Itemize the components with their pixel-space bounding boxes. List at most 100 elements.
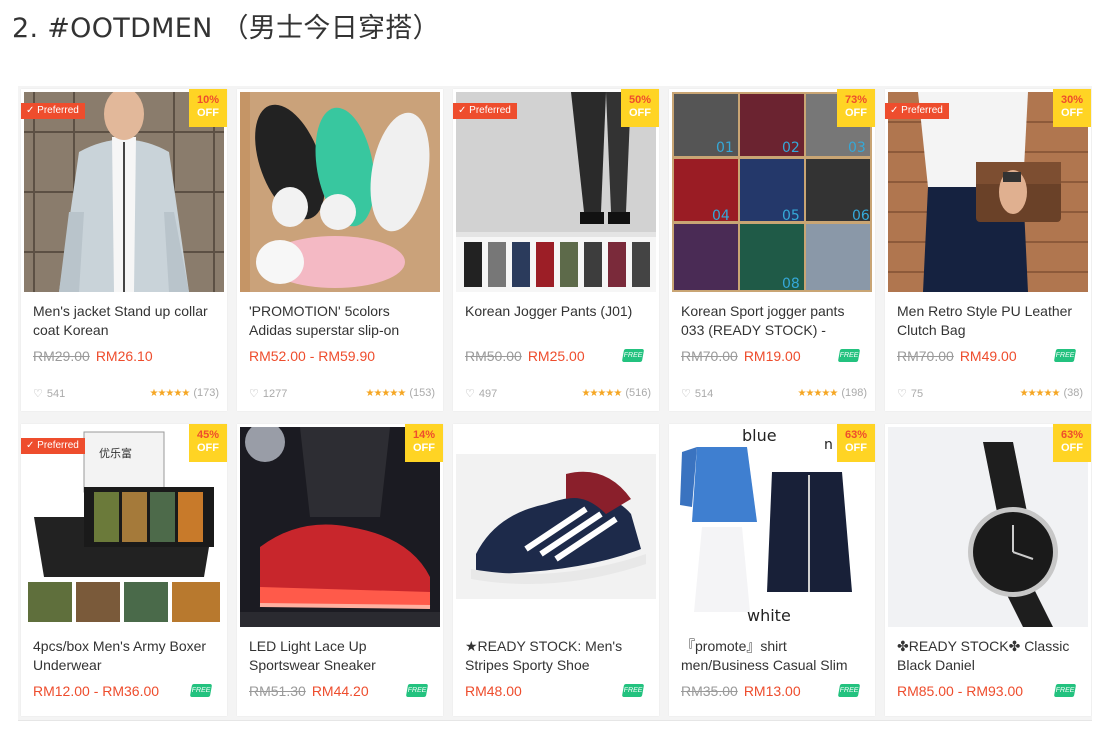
sale-price: RM48.00 xyxy=(465,683,522,699)
review-count: (173) xyxy=(193,387,219,399)
price-row: RM35.00 RM13.00 FREE xyxy=(681,682,867,700)
sale-price: RM52.00 - RM59.90 xyxy=(249,348,376,364)
preferred-badge: ✓ Preferred xyxy=(21,103,85,119)
price-row: RM50.00 RM25.00 FREE xyxy=(465,347,651,365)
review-count: (153) xyxy=(409,387,435,399)
product-card[interactable]: ✓ Preferred 30% OFF Men Retro Style PU Le… xyxy=(885,89,1091,411)
product-title[interactable]: Korean Jogger Pants (J01) xyxy=(465,302,651,340)
meta-row: ♡ 1277 ★★★★★ (153) xyxy=(249,387,435,400)
price-row: RM85.00 - RM93.00 FREE xyxy=(897,682,1083,700)
original-price: RM70.00 xyxy=(681,348,738,364)
free-shipping-icon: FREE xyxy=(621,349,645,362)
rating-stars: ★★★★★ xyxy=(581,388,622,399)
product-card[interactable]: ★READY STOCK: Men's Stripes Sporty Shoe … xyxy=(453,424,659,716)
heart-icon[interactable]: ♡ xyxy=(33,388,43,400)
image-label: n xyxy=(824,437,833,453)
like-count: 1277 xyxy=(262,388,288,400)
grid-number: 03 xyxy=(848,140,866,156)
free-shipping-icon: FREE xyxy=(189,684,213,697)
original-price: RM70.00 xyxy=(897,348,954,364)
price-row: RM70.00 RM19.00 FREE xyxy=(681,347,867,365)
heart-icon[interactable]: ♡ xyxy=(897,388,907,400)
original-price: RM35.00 xyxy=(681,683,738,699)
discount-badge: 45% OFF xyxy=(189,424,227,462)
free-shipping-icon: FREE xyxy=(1053,349,1077,362)
product-card[interactable]: ✓ Preferred 10% OFF Men's jacket Stand up… xyxy=(21,89,227,411)
price-row: RM51.30 RM44.20 FREE xyxy=(249,682,435,700)
image-label: blue xyxy=(742,427,777,445)
product-card[interactable]: 'PROMOTION' 5colors Adidas superstar sli… xyxy=(237,89,443,411)
sale-price: RM44.20 xyxy=(311,683,369,699)
product-card[interactable]: blue n white 63% OFF 『promote』shirt men/B… xyxy=(669,424,875,716)
heart-icon[interactable]: ♡ xyxy=(681,388,691,400)
free-shipping-icon: FREE xyxy=(1053,684,1077,697)
original-price: RM29.00 xyxy=(33,348,90,364)
rating-stars: ★★★★★ xyxy=(365,388,406,399)
grid-number: 06 xyxy=(852,208,870,224)
product-title[interactable]: Men's jacket Stand up collar coat Korean xyxy=(33,302,219,340)
product-image xyxy=(240,92,440,292)
discount-badge: 30% OFF xyxy=(1053,89,1091,127)
product-title[interactable]: Korean Sport jogger pants 033 (READY STO… xyxy=(681,302,867,340)
free-shipping-icon: FREE xyxy=(837,684,861,697)
product-title[interactable]: ★READY STOCK: Men's Stripes Sporty Shoe xyxy=(465,637,651,675)
discount-badge: 14% OFF xyxy=(405,424,443,462)
product-card[interactable]: 01 02 03 04 05 06 08 73% OFF Korean Sport… xyxy=(669,89,875,411)
rating-stars: ★★★★★ xyxy=(797,388,838,399)
price-row: RM29.00 RM26.10 xyxy=(33,347,219,365)
preferred-badge: ✓ Preferred xyxy=(21,438,85,454)
like-count: 75 xyxy=(910,388,924,400)
sale-price: RM85.00 - RM93.00 xyxy=(897,683,1024,699)
product-title[interactable]: 4pcs/box Men's Army Boxer Underwear xyxy=(33,637,219,675)
preferred-badge: ✓ Preferred xyxy=(453,103,517,119)
discount-badge: 63% OFF xyxy=(1053,424,1091,462)
box-brand-text: 优乐富 xyxy=(99,446,132,460)
product-title[interactable]: LED Light Lace Up Sportswear Sneaker xyxy=(249,637,435,675)
heart-icon[interactable]: ♡ xyxy=(249,388,259,400)
product-grid: ✓ Preferred 10% OFF Men's jacket Stand up… xyxy=(18,86,1092,721)
product-title[interactable]: 'PROMOTION' 5colors Adidas superstar sli… xyxy=(249,302,435,340)
rating-stars: ★★★★★ xyxy=(1019,388,1061,399)
product-card[interactable]: 63% OFF ✤READY STOCK✤ Classic Black Danie… xyxy=(885,424,1091,716)
sale-price: RM49.00 xyxy=(959,348,1017,364)
original-price: RM51.30 xyxy=(249,683,306,699)
product-card[interactable]: 14% OFF LED Light Lace Up Sportswear Snea… xyxy=(237,424,443,716)
price-row: RM12.00 - RM36.00 FREE xyxy=(33,682,219,700)
discount-badge: 63% OFF xyxy=(837,424,875,462)
discount-badge: 73% OFF xyxy=(837,89,875,127)
product-title[interactable]: Men Retro Style PU Leather Clutch Bag xyxy=(897,302,1083,340)
price-row: RM48.00 FREE xyxy=(465,682,651,700)
grid-number: 02 xyxy=(782,140,800,156)
meta-row: ♡ 541 ★★★★★ (173) xyxy=(33,387,219,400)
product-image xyxy=(456,454,656,599)
discount-badge: 10% OFF xyxy=(189,89,227,127)
price-row: RM52.00 - RM59.90 xyxy=(249,347,435,365)
free-shipping-icon: FREE xyxy=(405,684,429,697)
preferred-badge: ✓ Preferred xyxy=(885,103,949,119)
like-count: 541 xyxy=(46,388,66,400)
sale-price: RM25.00 xyxy=(527,348,585,364)
sale-price: RM19.00 xyxy=(743,348,801,364)
heart-icon[interactable]: ♡ xyxy=(465,388,475,400)
meta-row: ♡ 514 ★★★★★ (198) xyxy=(681,387,867,400)
like-count: 497 xyxy=(478,388,498,400)
discount-badge: 50% OFF xyxy=(621,89,659,127)
product-card[interactable]: ✓ Preferred 50% OFF Korean Jogger Pants (… xyxy=(453,89,659,411)
grid-number: 05 xyxy=(782,208,800,224)
sale-price: RM26.10 xyxy=(95,348,153,364)
rating-stars: ★★★★★ xyxy=(149,388,190,399)
free-shipping-icon: FREE xyxy=(621,684,645,697)
like-count: 514 xyxy=(694,388,714,400)
sale-price: RM12.00 - RM36.00 xyxy=(33,683,160,699)
grid-number: 04 xyxy=(712,208,730,224)
image-label: white xyxy=(747,606,791,625)
meta-row: ♡ 75 ★★★★★ (38) xyxy=(897,387,1083,400)
price-row: RM70.00 RM49.00 FREE xyxy=(897,347,1083,365)
sale-price: RM13.00 xyxy=(743,683,801,699)
product-card[interactable]: 优乐富 ✓ Preferred 45% OFF 4pcs/box Men's Ar… xyxy=(21,424,227,716)
review-count: (516) xyxy=(625,387,651,399)
product-title[interactable]: 『promote』shirt men/Business Casual Slim xyxy=(681,637,867,675)
review-count: (38) xyxy=(1063,387,1083,399)
product-title[interactable]: ✤READY STOCK✤ Classic Black Daniel xyxy=(897,637,1083,675)
page-title: 2. #OOTDMEN （男士今日穿搭） xyxy=(12,13,440,44)
